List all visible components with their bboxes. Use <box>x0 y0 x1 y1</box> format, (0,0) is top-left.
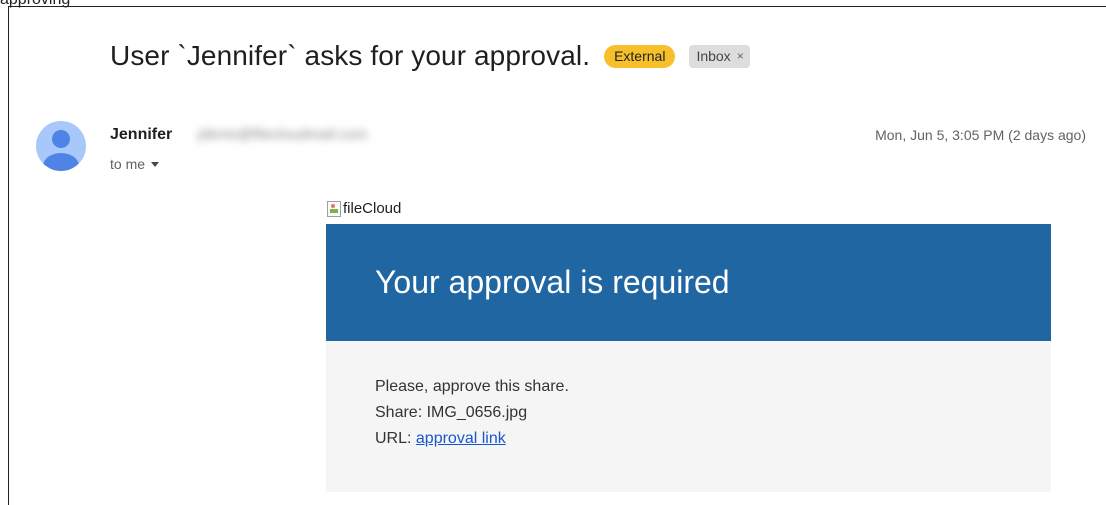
share-line: Share: IMG_0656.jpg <box>375 400 569 426</box>
sender-email-redacted: jdenis@filecloudmail.com <box>198 126 368 143</box>
remove-label-icon[interactable]: × <box>737 48 744 64</box>
share-filename: IMG_0656.jpg <box>426 404 528 421</box>
broken-logo-image: fileCloud <box>327 200 401 217</box>
avatar-head-shape <box>52 130 70 148</box>
broken-image-icon <box>327 200 341 217</box>
approval-link[interactable]: approval link <box>416 430 506 447</box>
url-line: URL: approval link <box>375 426 569 452</box>
email-date: Mon, Jun 5, 3:05 PM (2 days ago) <box>875 127 1086 143</box>
content-lines: Please, approve this share. Share: IMG_0… <box>375 374 569 452</box>
to-label: to me <box>110 156 146 172</box>
recipient-details-toggle[interactable]: to me <box>110 156 160 172</box>
approval-banner: Your approval is required <box>326 224 1051 341</box>
approve-request-line: Please, approve this share. <box>375 378 569 395</box>
email-subject: User `Jennifer` asks for your approval. <box>110 40 591 71</box>
inbox-label-badge[interactable]: Inbox × <box>689 44 750 68</box>
avatar-body-shape <box>43 153 79 171</box>
external-label-badge: External <box>604 44 676 68</box>
url-label: URL: <box>375 430 416 447</box>
share-label: Share: <box>375 404 427 421</box>
subject-row: User `Jennifer` asks for your approval. … <box>110 40 750 72</box>
banner-title: Your approval is required <box>375 264 730 300</box>
email-view: approving User `Jennifer` asks for your … <box>0 0 1106 505</box>
inbox-label-text: Inbox <box>696 47 731 64</box>
chevron-down-icon[interactable] <box>151 161 160 167</box>
email-content-box: Please, approve this share. Share: IMG_0… <box>326 341 1051 492</box>
logo-alt-text: fileCloud <box>343 200 402 217</box>
sender-name[interactable]: Jennifer <box>110 126 172 144</box>
sender-avatar[interactable] <box>36 121 86 171</box>
